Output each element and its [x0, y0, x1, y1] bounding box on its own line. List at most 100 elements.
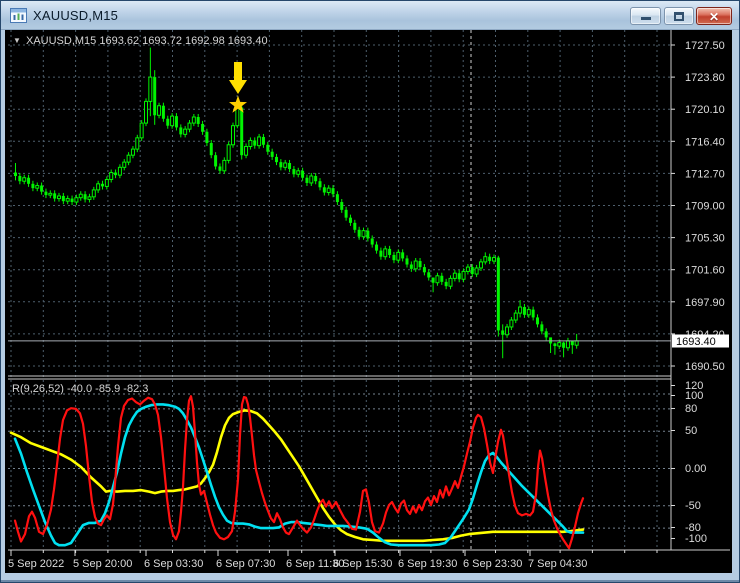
candle [531, 309, 535, 318]
candle [48, 192, 53, 196]
maximize-icon [674, 11, 684, 21]
candle [135, 137, 140, 150]
candle [422, 267, 426, 273]
time-axis[interactable]: 5 Sep 2022 5 Sep 20:00 6 Sep 03:30 6 Sep 07… [8, 550, 658, 570]
price-axis-label: 1727.50 [685, 40, 725, 52]
candle [474, 267, 479, 275]
down-arrow-icon [229, 62, 247, 94]
candle [144, 100, 148, 124]
candle [335, 194, 339, 203]
candle [370, 238, 374, 245]
candle [114, 172, 118, 176]
current-price-label: 1693.40 [676, 336, 716, 348]
indicator-lines [9, 395, 585, 550]
price-axis[interactable]: 1727.50 1723.80 1720.10 1716.40 1712.70 1709.… [671, 40, 725, 545]
time-axis-label: 6 Sep 03:30 [144, 558, 203, 570]
candle [240, 107, 244, 156]
candle [478, 261, 483, 269]
candle [78, 193, 83, 199]
minimize-icon [640, 17, 651, 20]
price-axis-label: 1712.70 [685, 168, 725, 180]
close-icon: ✕ [708, 10, 720, 24]
candle [91, 189, 96, 198]
chart-window: XAUUSD,M15 ✕ 1727.50 1723.80 1720.10 1716.4… [0, 0, 740, 583]
candle [348, 217, 352, 223]
sell-arrow-icon[interactable] [229, 62, 247, 94]
candle [314, 176, 318, 182]
candle [565, 340, 570, 349]
candle [301, 170, 305, 178]
candle [65, 198, 70, 202]
candle [270, 151, 274, 157]
price-axis-label: 1723.80 [685, 72, 725, 84]
candle [418, 261, 422, 268]
candle [248, 139, 253, 148]
current-price-box: 1693.40 [672, 334, 729, 348]
candle [161, 105, 165, 119]
price-chart[interactable]: 1727.50 1723.80 1720.10 1716.40 1712.70 1709.… [8, 30, 730, 571]
panel-scale-label: 80 [685, 403, 697, 415]
candle [405, 258, 409, 265]
candle [366, 230, 370, 239]
maximize-button[interactable] [664, 7, 694, 25]
candle [292, 169, 296, 175]
collapse-triangle-icon[interactable]: ▼ [13, 36, 21, 45]
candle [218, 166, 222, 171]
candle [452, 272, 457, 279]
close-button[interactable]: ✕ [696, 7, 732, 25]
candle [440, 275, 444, 282]
time-axis-label: 5 Sep 2022 [8, 558, 64, 570]
candle [201, 123, 205, 132]
candle [431, 277, 435, 283]
candle [383, 248, 388, 258]
candle [375, 244, 379, 251]
candle [522, 307, 526, 315]
candle [357, 229, 361, 237]
candle [70, 198, 74, 203]
candle [574, 340, 579, 346]
candle [496, 257, 500, 331]
panel-scale-label: -100 [685, 533, 707, 545]
window-bottom-edge [1, 580, 739, 582]
chart-client-area: 1727.50 1723.80 1720.10 1716.40 1712.70 1709.… [5, 30, 732, 573]
time-axis-label: 7 Sep 04:30 [528, 558, 587, 570]
candle [448, 277, 453, 287]
candle [235, 106, 240, 127]
candle [191, 116, 196, 124]
candle [87, 196, 92, 200]
candle [122, 161, 127, 168]
candle [222, 159, 227, 172]
candle [318, 181, 322, 188]
window-titlebar[interactable]: XAUUSD,M15 ✕ [1, 1, 739, 30]
candle [74, 197, 79, 203]
candle [427, 272, 431, 278]
candle [166, 118, 170, 126]
candle [288, 162, 292, 170]
candle [104, 178, 109, 187]
candle [388, 248, 392, 255]
candle [409, 264, 413, 269]
time-axis-label: 6 Sep 23:30 [463, 558, 522, 570]
candle [253, 140, 257, 146]
candle [488, 256, 492, 262]
candle [257, 136, 262, 147]
candle [457, 273, 461, 280]
candle [117, 166, 122, 176]
candle [518, 306, 523, 314]
candle [557, 342, 562, 347]
candle [31, 183, 35, 189]
candle [444, 281, 448, 287]
candle [139, 122, 144, 139]
candle [27, 177, 31, 184]
candle [536, 317, 539, 325]
minimize-button[interactable] [630, 7, 661, 25]
candle [353, 222, 357, 230]
candle [470, 267, 474, 275]
candle [483, 256, 488, 263]
candle [526, 309, 531, 316]
candle [326, 187, 331, 193]
candle [61, 195, 65, 202]
candle [305, 177, 309, 183]
candlesticks [14, 47, 579, 359]
panel-scale-label: 100 [685, 390, 703, 402]
